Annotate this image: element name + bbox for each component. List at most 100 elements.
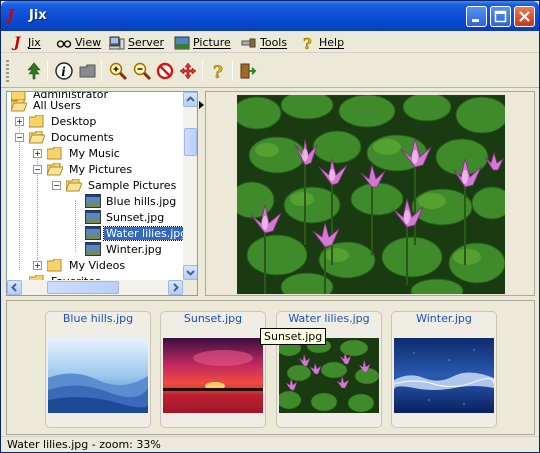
expand-my-music[interactable]: + xyxy=(33,149,42,158)
menu-label: Help xyxy=(319,36,345,49)
thumbnail-winter[interactable]: Winter.jpg xyxy=(391,311,497,428)
tree-item-my-videos[interactable]: My Videos xyxy=(47,257,127,273)
window-title: Jix xyxy=(29,8,47,23)
up-folder-icon[interactable] xyxy=(79,62,97,80)
image-file-icon xyxy=(85,210,101,224)
image-preview-pane[interactable] xyxy=(205,91,535,296)
maximize-icon xyxy=(494,10,507,23)
thumbnail-caption: Blue hills.jpg xyxy=(62,312,134,325)
tree-item-sample-pictures[interactable]: Sample Pictures xyxy=(66,177,178,193)
minimize-button[interactable] xyxy=(466,6,487,27)
tree-item-my-pictures[interactable]: My Pictures xyxy=(47,161,134,177)
thumbnail-caption: Sunset.jpg xyxy=(183,312,243,325)
exit-icon[interactable] xyxy=(239,62,257,80)
toolbar-separator xyxy=(101,61,102,81)
preview-image-water-lilies[interactable] xyxy=(237,95,505,294)
svg-text:?: ? xyxy=(303,35,312,51)
tree-horizontal-scrollbar[interactable] xyxy=(7,280,183,295)
tree-item-label: Blue hills.jpg xyxy=(106,194,177,208)
tree-connector xyxy=(19,120,20,270)
tree-item-desktop[interactable]: Desktop xyxy=(29,113,98,129)
tree-item-water-lilies[interactable]: Water lilies.jpg xyxy=(85,225,191,241)
thumbnail-sunset[interactable]: Sunset.jpg xyxy=(160,311,266,428)
menu-picture[interactable]: Picture xyxy=(174,34,231,51)
tree-item-all-users[interactable]: All Users xyxy=(11,97,83,113)
server-icon xyxy=(109,36,125,49)
scroll-up-button[interactable] xyxy=(183,92,197,107)
svg-text:i: i xyxy=(61,65,66,79)
menu-label: Picture xyxy=(193,36,231,49)
fit-icon[interactable] xyxy=(179,62,197,80)
menu-jix[interactable]: J Jix xyxy=(9,34,41,51)
collapse-documents[interactable]: − xyxy=(15,133,24,142)
menu-tools[interactable]: Tools xyxy=(241,34,287,51)
image-file-icon xyxy=(85,226,101,240)
scroll-thumb[interactable] xyxy=(47,281,119,294)
app-window: J Jix J Jix View Server Picture Tools ? … xyxy=(0,0,540,453)
tree-item-label: My Pictures xyxy=(69,162,133,176)
scroll-right-button[interactable] xyxy=(168,280,183,295)
scroll-down-button[interactable] xyxy=(183,265,197,280)
tree-vertical-scrollbar[interactable] xyxy=(183,92,197,280)
collapse-my-pictures[interactable]: − xyxy=(33,165,42,174)
scroll-thumb[interactable] xyxy=(184,128,197,156)
svg-text:?: ? xyxy=(213,63,223,80)
thumbnail-blue-hills[interactable]: Blue hills.jpg xyxy=(45,311,151,428)
help-icon[interactable]: ? xyxy=(209,62,227,80)
open-folder-icon xyxy=(11,98,27,111)
tree-connector xyxy=(75,200,76,252)
title-bar[interactable]: J Jix xyxy=(1,1,539,31)
expand-desktop[interactable]: + xyxy=(15,117,24,126)
tree-item-documents[interactable]: Documents xyxy=(29,129,116,145)
tree-item-label: Winter.jpg xyxy=(106,242,162,256)
tree-item-label: Sample Pictures xyxy=(88,178,177,192)
menu-help[interactable]: ? Help xyxy=(300,34,344,51)
tree-item-my-music[interactable]: My Music xyxy=(47,145,122,161)
open-folder-icon xyxy=(47,162,63,175)
thumbnail-strip: Blue hills.jpg Sunset.jpg Water lilies.j… xyxy=(6,300,535,435)
close-icon xyxy=(519,11,530,22)
toolbar: i ? xyxy=(1,54,539,88)
zoom-in-icon[interactable] xyxy=(109,62,127,80)
status-text: Water lilies.jpg - zoom: 33% xyxy=(7,438,161,451)
folder-icon xyxy=(47,146,62,159)
open-folder-icon xyxy=(66,178,82,191)
menu-view[interactable]: View xyxy=(56,34,101,51)
tree-item-label: Sunset.jpg xyxy=(106,210,165,224)
thumbnail-tooltip: Sunset.jpg xyxy=(260,328,327,345)
close-button[interactable] xyxy=(514,6,535,27)
chevron-right-icon xyxy=(173,283,179,292)
thumbnail-image xyxy=(163,338,263,413)
maximize-button[interactable] xyxy=(490,6,511,27)
status-bar: Water lilies.jpg - zoom: 33% xyxy=(1,436,539,452)
j-logo-icon: J xyxy=(7,6,15,24)
tree-item-winter[interactable]: Winter.jpg xyxy=(85,241,164,257)
thumbnail-caption: Water lilies.jpg xyxy=(288,312,370,325)
tree-item-blue-hills[interactable]: Blue hills.jpg xyxy=(85,193,178,209)
tree-item-label: Documents xyxy=(51,130,114,144)
thumbnail-image xyxy=(48,338,148,413)
zoom-out-icon[interactable] xyxy=(133,62,151,80)
scroll-left-button[interactable] xyxy=(7,280,22,295)
thumbnail-image xyxy=(394,338,494,413)
toolbar-separator xyxy=(202,61,203,81)
menu-label: Server xyxy=(128,36,165,49)
expand-my-videos[interactable]: + xyxy=(33,261,42,270)
picture-icon xyxy=(174,36,190,49)
toolbar-grip[interactable] xyxy=(6,60,9,82)
collapse-sample-pictures[interactable]: − xyxy=(52,181,61,190)
tree-item-sunset[interactable]: Sunset.jpg xyxy=(85,209,166,225)
tree-icon[interactable] xyxy=(25,62,43,80)
no-zoom-icon[interactable] xyxy=(156,62,174,80)
thumbnail-image xyxy=(279,338,379,413)
folder-icon xyxy=(47,258,62,271)
thumbnail-caption: Winter.jpg xyxy=(416,312,472,325)
tree-item-label: My Videos xyxy=(69,258,126,272)
toolbar-separator xyxy=(232,61,233,81)
tree-item-label: My Music xyxy=(69,146,120,160)
tree-item-label: All Users xyxy=(33,98,81,112)
info-icon[interactable]: i xyxy=(55,62,73,80)
menu-server[interactable]: Server xyxy=(109,34,164,51)
menu-label: Jix xyxy=(28,36,41,49)
folder-tree[interactable]: Administrator All Users + Desktop − Docu… xyxy=(6,91,198,296)
